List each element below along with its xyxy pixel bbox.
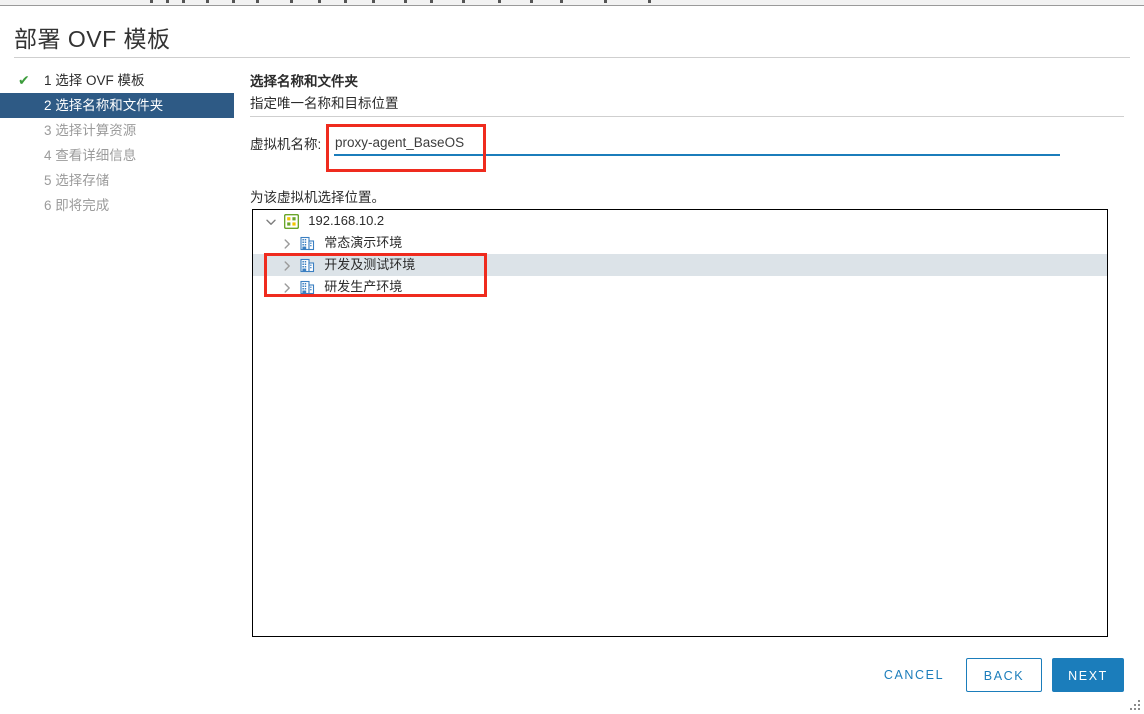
tree-row-label: 常态演示环境: [324, 235, 403, 250]
wizard-step-navigator: ✔ 1 选择 OVF 模板 2 选择名称和文件夹 3 选择计算资源 4 查看详细…: [0, 68, 234, 218]
wizard-step-2[interactable]: 2 选择名称和文件夹: [0, 93, 234, 118]
tree-row[interactable]: 192.168.10.2: [253, 210, 1107, 232]
page-title: 部署 OVF 模板: [14, 26, 171, 52]
panel-subheading: 指定唯一名称和目标位置: [250, 96, 399, 111]
datacenter-icon: [299, 232, 317, 254]
back-button[interactable]: BACK: [966, 658, 1042, 692]
window-chrome-sliver: [0, 0, 1144, 6]
inventory-tree: 192.168.10.2 常态演示环境 开发及测试环境 研发生产环境: [252, 209, 1108, 637]
wizard-step-label: 1 选择 OVF 模板: [44, 73, 145, 88]
vcenter-icon: [283, 210, 301, 232]
tree-row[interactable]: 研发生产环境: [253, 276, 1107, 298]
wizard-step-label: 2 选择名称和文件夹: [44, 98, 164, 113]
vm-name-input[interactable]: [335, 131, 1053, 153]
location-instruction: 为该虚拟机选择位置。: [250, 190, 385, 205]
datacenter-icon: [299, 254, 317, 276]
tree-row-selected[interactable]: 开发及测试环境: [253, 254, 1107, 276]
tree-row-label: 192.168.10.2: [308, 213, 385, 228]
wizard-step-label: 3 选择计算资源: [44, 123, 137, 138]
wizard-step-5[interactable]: 5 选择存储: [0, 168, 234, 193]
vm-name-underline: [334, 154, 1060, 156]
tree-row[interactable]: 常态演示环境: [253, 232, 1107, 254]
wizard-step-label: 6 即将完成: [44, 198, 110, 213]
wizard-step-label: 4 查看详细信息: [44, 148, 137, 163]
next-button[interactable]: NEXT: [1052, 658, 1124, 692]
chevron-down-icon[interactable]: [263, 210, 279, 232]
wizard-step-4[interactable]: 4 查看详细信息: [0, 143, 234, 168]
panel-divider: [250, 116, 1124, 117]
resize-grip[interactable]: [1129, 699, 1141, 711]
chevron-right-icon[interactable]: [279, 232, 295, 254]
vm-name-label: 虚拟机名称:: [250, 137, 322, 152]
title-divider: [14, 57, 1130, 58]
tree-row-label: 研发生产环境: [324, 279, 403, 294]
tree-row-label: 开发及测试环境: [324, 257, 416, 272]
footer-actions: CANCEL BACK NEXT: [0, 658, 1144, 700]
wizard-step-3[interactable]: 3 选择计算资源: [0, 118, 234, 143]
wizard-step-label: 5 选择存储: [44, 173, 110, 188]
chevron-right-icon[interactable]: [279, 276, 295, 298]
datacenter-icon: [299, 276, 317, 298]
chevron-right-icon[interactable]: [279, 254, 295, 276]
check-icon: ✔: [18, 72, 30, 88]
panel-heading: 选择名称和文件夹: [250, 74, 358, 89]
cancel-button[interactable]: CANCEL: [876, 658, 952, 692]
wizard-step-6[interactable]: 6 即将完成: [0, 193, 234, 218]
wizard-step-1[interactable]: ✔ 1 选择 OVF 模板: [0, 68, 234, 93]
